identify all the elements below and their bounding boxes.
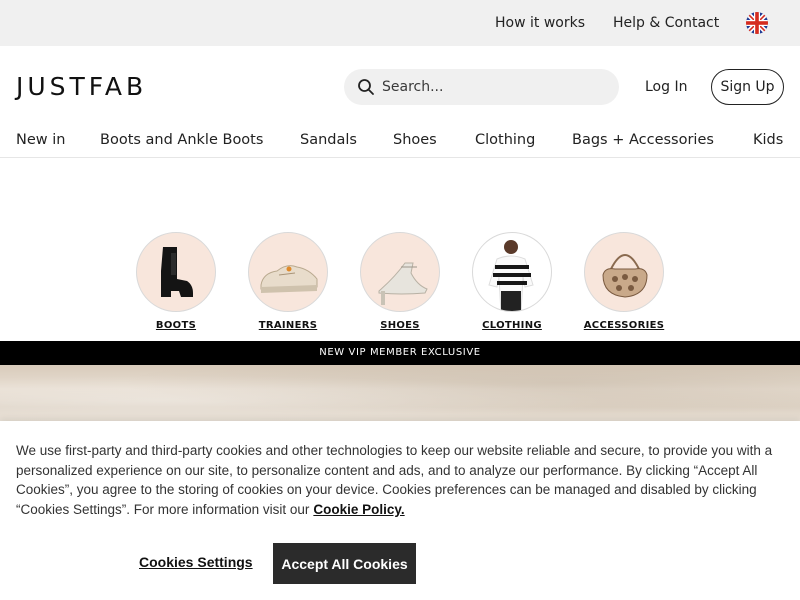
help-contact-link[interactable]: Help & Contact [613, 15, 719, 31]
search-bar[interactable] [344, 69, 619, 105]
category-trainers[interactable]: TRAINERS [238, 232, 338, 332]
category-shoes-image[interactable] [360, 232, 440, 312]
justfab-logo[interactable]: JUSTFAB [16, 72, 147, 101]
category-boots[interactable]: BOOTS [126, 232, 226, 332]
hero-banner[interactable] [0, 365, 800, 425]
cookie-banner: We use first-party and third-party cooki… [0, 421, 800, 600]
category-accessories-label[interactable]: ACCESSORIES [584, 320, 664, 331]
nav-sandals[interactable]: Sandals [300, 132, 357, 148]
cookies-settings-button[interactable]: Cookies Settings [139, 554, 253, 570]
promo-strip[interactable]: NEW VIP MEMBER EXCLUSIVE [0, 341, 800, 365]
nav-shoes[interactable]: Shoes [393, 132, 437, 148]
cookie-policy-link[interactable]: Cookie Policy. [313, 502, 404, 517]
category-clothing-image[interactable] [472, 232, 552, 312]
signup-button[interactable]: Sign Up [711, 69, 784, 105]
nav-kids[interactable]: Kids [753, 132, 783, 148]
category-trainers-image[interactable] [248, 232, 328, 312]
search-input[interactable] [382, 69, 607, 105]
category-clothing-label[interactable]: CLOTHING [482, 320, 542, 331]
category-shoes-label[interactable]: SHOES [380, 320, 420, 331]
category-clothing[interactable]: CLOTHING [462, 232, 562, 332]
cookie-text: We use first-party and third-party cooki… [16, 441, 784, 519]
uk-flag-icon[interactable] [746, 12, 768, 34]
nav-boots[interactable]: Boots and Ankle Boots [100, 132, 263, 148]
how-it-works-link[interactable]: How it works [495, 15, 585, 31]
nav-bags-accessories[interactable]: Bags + Accessories [572, 132, 714, 148]
hero-texture [0, 365, 800, 425]
accept-all-cookies-button[interactable]: Accept All Cookies [273, 543, 416, 584]
category-boots-label[interactable]: BOOTS [156, 320, 196, 331]
category-trainers-label[interactable]: TRAINERS [259, 320, 317, 331]
category-accessories[interactable]: ACCESSORIES [574, 232, 674, 332]
main-nav: New in Boots and Ankle Boots Sandals Sho… [0, 124, 800, 158]
login-link[interactable]: Log In [645, 79, 687, 95]
search-icon[interactable] [357, 78, 375, 96]
nav-clothing[interactable]: Clothing [475, 132, 535, 148]
category-shoes[interactable]: SHOES [350, 232, 450, 332]
nav-new-in[interactable]: New in [16, 132, 65, 148]
category-accessories-image[interactable] [584, 232, 664, 312]
category-boots-image[interactable] [136, 232, 216, 312]
utility-bar: How it works Help & Contact [0, 0, 800, 46]
